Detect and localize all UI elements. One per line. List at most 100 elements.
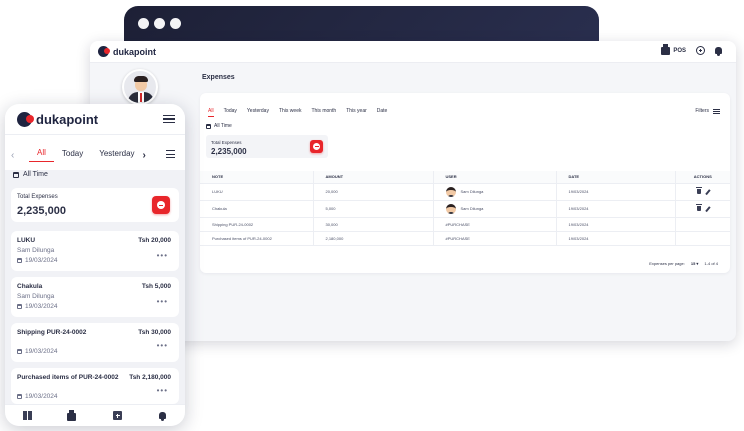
item-note: Purchased items of PUR-24-0002 <box>17 374 119 381</box>
brand-logo[interactable]: dukapoint <box>17 112 98 127</box>
page-title: Expenses <box>202 74 235 81</box>
bottom-nav <box>5 404 185 426</box>
cell-note: Shipping PUR-24-0002 <box>200 217 314 232</box>
brand-logo[interactable]: dukapoint <box>98 46 156 57</box>
pos-button[interactable]: POS <box>661 43 686 55</box>
list-item[interactable]: Purchased items of PUR-24-0002 Tsh 2,180… <box>11 368 179 404</box>
cell-amount: 30,000 <box>313 217 434 232</box>
brand-name: dukapoint <box>36 112 99 127</box>
add-circle-icon[interactable] <box>696 46 705 55</box>
add-expense-button[interactable] <box>310 140 323 153</box>
tab-this-year[interactable]: This year <box>346 108 367 117</box>
mobile-app: dukapoint ‹ All Today Yesterday › All Ti… <box>5 104 185 426</box>
cash-register-icon[interactable] <box>67 410 76 421</box>
dashboard-icon[interactable] <box>23 411 32 420</box>
list-item[interactable]: LUKU Tsh 20,000 Sam Dilunga 19/03/2024 •… <box>11 231 179 271</box>
col-note[interactable]: NOTE <box>200 171 314 184</box>
per-page-value: 15 <box>690 261 696 266</box>
tab-yesterday[interactable]: Yesterday <box>247 108 269 117</box>
table-row[interactable]: Purchased items of PUR-24-0002 2,180,000… <box>200 231 730 246</box>
item-date: 19/03/2024 <box>17 303 58 310</box>
expenses-card: All Today Yesterday This week This month… <box>200 93 730 273</box>
list-item[interactable]: Chakula Tsh 5,000 Sam Dilunga 19/03/2024… <box>11 277 179 317</box>
tab-all[interactable]: All <box>29 148 54 162</box>
calendar-icon <box>206 123 211 129</box>
calendar-icon <box>17 258 22 263</box>
col-amount[interactable]: AMOUNT <box>313 171 434 184</box>
period-tabs: ‹ All Today Yesterday › <box>11 148 161 162</box>
item-user: Sam Dilunga <box>17 293 55 300</box>
list-item[interactable]: Shipping PUR-24-0002 Tsh 30,000 19/03/20… <box>11 323 179 362</box>
filters-button[interactable]: Filters <box>695 108 720 114</box>
topbar-actions: POS <box>661 43 722 56</box>
cell-amount: 20,000 <box>313 183 434 201</box>
tab-today[interactable]: Today <box>54 149 91 162</box>
tab-date[interactable]: Date <box>377 108 388 117</box>
filters-label: Filters <box>695 108 709 114</box>
cell-note: Chakula <box>200 200 314 218</box>
trash-icon[interactable] <box>696 203 702 211</box>
cell-note: LUKU <box>200 183 314 201</box>
bell-icon[interactable] <box>159 412 168 421</box>
chevron-right-icon[interactable]: › <box>143 150 161 161</box>
period-label: All Time <box>13 171 48 178</box>
expenses-table: NOTE AMOUNT USER DATE ACTIONS LUKU 20,00… <box>200 171 730 246</box>
trash-icon[interactable] <box>696 186 702 194</box>
cell-user: Sam Dilunga <box>460 206 484 211</box>
per-page-select[interactable]: 15 ▾ <box>691 261 699 266</box>
pencil-icon[interactable] <box>705 205 711 212</box>
calendar-icon <box>17 394 22 399</box>
avatar[interactable] <box>122 69 158 105</box>
period-text: All Time <box>23 171 48 178</box>
col-date[interactable]: DATE <box>556 171 676 184</box>
item-date-text: 19/03/2024 <box>25 257 58 264</box>
minus-circle-icon <box>157 201 165 209</box>
add-expense-button[interactable] <box>152 196 170 214</box>
cell-user: #PURCHASE <box>433 231 557 246</box>
pencil-icon[interactable] <box>705 188 711 195</box>
menu-icon[interactable] <box>163 115 175 123</box>
table-row[interactable]: Chakula 5,000 Sam Dilunga 19/03/2024 <box>200 200 730 218</box>
item-amount: Tsh 20,000 <box>138 237 171 244</box>
total-value: 2,235,000 <box>211 147 247 156</box>
tab-all[interactable]: All <box>208 108 214 117</box>
item-date: 19/03/2024 <box>17 348 58 355</box>
cell-date: 19/03/2024 <box>556 183 676 201</box>
item-date-text: 19/03/2024 <box>25 348 58 355</box>
tab-yesterday[interactable]: Yesterday <box>91 149 142 162</box>
more-icon[interactable]: ••• <box>157 251 168 260</box>
more-icon[interactable]: ••• <box>157 297 168 306</box>
more-icon[interactable]: ••• <box>157 386 168 395</box>
cell-amount: 2,180,000 <box>313 231 434 246</box>
col-user[interactable]: USER <box>433 171 557 184</box>
table-header-row: NOTE AMOUNT USER DATE ACTIONS <box>200 171 730 184</box>
col-actions: ACTIONS <box>675 171 730 184</box>
item-amount: Tsh 2,180,000 <box>129 374 171 381</box>
avatar <box>445 203 456 214</box>
add-square-icon[interactable] <box>113 411 122 420</box>
tab-this-month[interactable]: This month <box>311 108 336 117</box>
more-icon[interactable]: ••• <box>157 341 168 350</box>
item-date-text: 19/03/2024 <box>25 303 58 310</box>
brand-name: dukapoint <box>113 46 156 57</box>
chevron-left-icon[interactable]: ‹ <box>11 150 29 161</box>
item-note: LUKU <box>17 237 36 244</box>
period-tabs: All Today Yesterday This week This month… <box>208 108 387 117</box>
page-range: 1-4 of 4 <box>704 261 718 266</box>
calendar-icon <box>17 304 22 309</box>
mobile-tabs-bar: ‹ All Today Yesterday › <box>5 134 185 170</box>
tab-this-week[interactable]: This week <box>279 108 302 117</box>
calendar-icon <box>13 171 19 178</box>
item-amount: Tsh 5,000 <box>141 283 171 290</box>
cell-date: 19/03/2024 <box>556 200 676 218</box>
table-row[interactable]: LUKU 20,000 Sam Dilunga 19/03/2024 <box>200 183 730 201</box>
total-label: Total Expenses <box>17 194 58 200</box>
sliders-icon[interactable] <box>166 150 175 158</box>
total-expenses-box: Total Expenses 2,235,000 <box>206 135 328 158</box>
cell-note: Purchased items of PUR-24-0002 <box>200 231 314 246</box>
table-row[interactable]: Shipping PUR-24-0002 30,000 #PURCHASE 19… <box>200 217 730 232</box>
tab-today[interactable]: Today <box>224 108 237 117</box>
bell-icon[interactable] <box>715 47 722 56</box>
logo-icon <box>17 112 34 127</box>
item-user: Sam Dilunga <box>17 247 55 254</box>
